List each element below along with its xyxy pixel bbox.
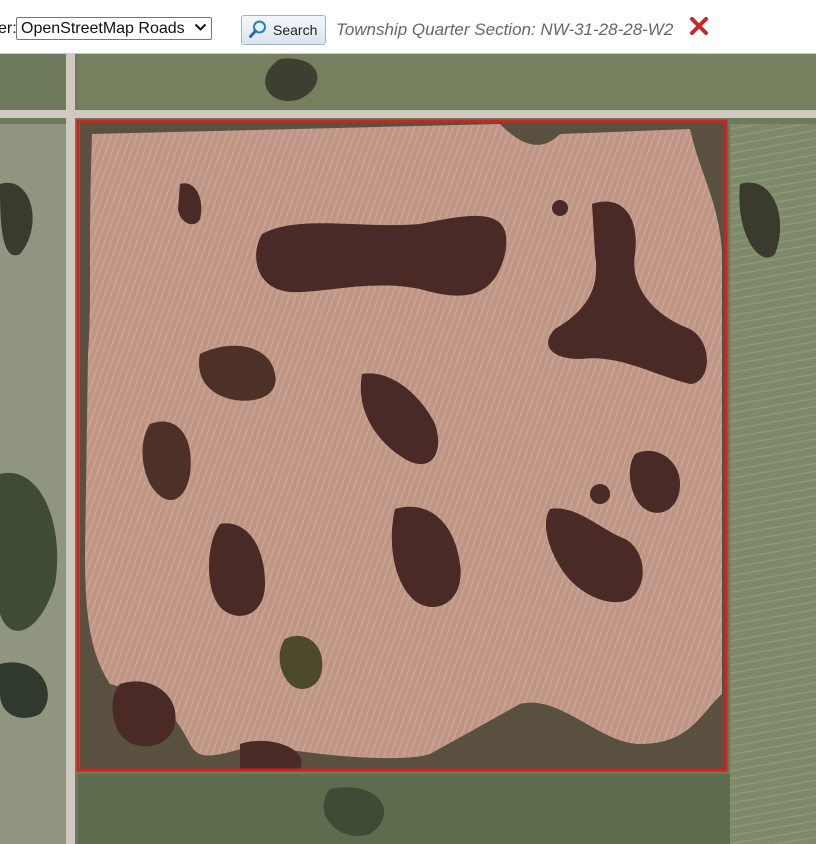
magnifier-icon: [248, 19, 268, 42]
map-toolbar: er: OpenStreetMap Roads Search Township …: [0, 0, 816, 54]
chevron-down-icon: [194, 18, 207, 39]
close-x-icon[interactable]: [688, 16, 710, 40]
layer-select[interactable]: OpenStreetMap Roads: [16, 17, 212, 40]
search-button[interactable]: Search: [241, 15, 326, 45]
layer-select-value: OpenStreetMap Roads: [21, 20, 185, 37]
map-canvas: [0, 54, 816, 844]
south-field: [78, 774, 730, 844]
search-button-label: Search: [273, 22, 318, 38]
slough-13: [590, 484, 610, 504]
road-vertical: [66, 54, 75, 844]
layer-label: er:: [0, 20, 17, 37]
slough-1: [256, 215, 507, 296]
north-field: [78, 54, 816, 109]
road-horizontal: [0, 110, 816, 118]
slough-12: [552, 200, 568, 216]
satellite-map[interactable]: [0, 54, 816, 844]
quarter-section-label: Township Quarter Section: NW-31-28-28-W2: [336, 20, 674, 39]
